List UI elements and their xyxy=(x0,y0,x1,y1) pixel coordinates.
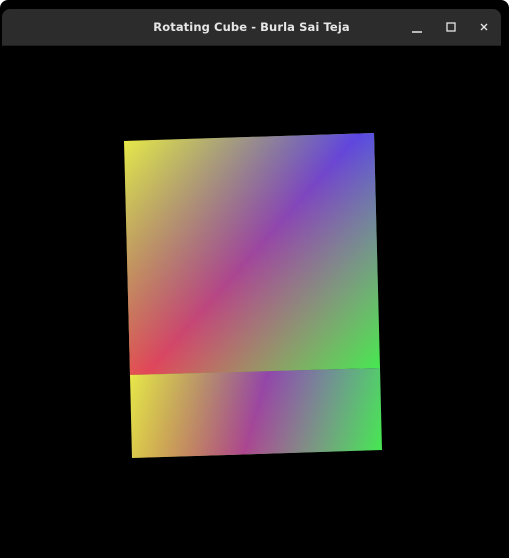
title-bar[interactable]: Rotating Cube - Burla Sai Teja xyxy=(2,9,501,46)
cube-front-face xyxy=(124,133,380,375)
minimize-button[interactable] xyxy=(404,14,430,40)
close-button[interactable] xyxy=(471,14,497,40)
app-window: Rotating Cube - Burla Sai Teja xyxy=(0,0,509,558)
render-canvas[interactable] xyxy=(2,46,501,558)
cube-bottom-face xyxy=(130,368,382,458)
cube-render xyxy=(124,133,382,458)
maximize-button[interactable] xyxy=(438,14,464,40)
close-icon xyxy=(480,23,488,31)
minimize-icon xyxy=(412,31,422,33)
maximize-icon xyxy=(446,22,456,32)
